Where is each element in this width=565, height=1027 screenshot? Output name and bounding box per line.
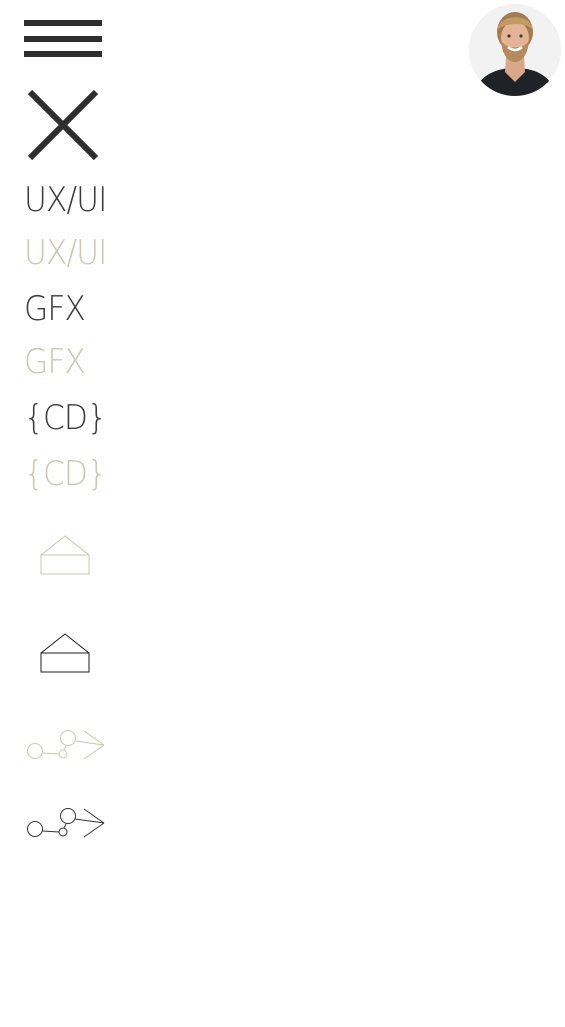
mail-envelope-icon[interactable] [40,535,90,577]
hamburger-icon[interactable] [24,20,102,58]
hamburger-bar [24,51,102,57]
menu-item-gfx-hover[interactable]: GFX [24,342,101,382]
menu-item-uxui[interactable]: UX/UI [24,180,107,220]
menu-item-uxui-hover[interactable]: UX/UI [24,233,107,273]
mail-envelope-icon[interactable] [40,633,90,675]
share-network-icon[interactable] [26,806,106,842]
close-icon[interactable] [26,88,100,162]
menu-item-cd[interactable]: {CD} [24,398,107,438]
share-network-icon[interactable] [26,728,106,764]
hamburger-bar [24,20,102,26]
menu-item-gfx[interactable]: GFX [24,289,101,329]
menu-item-cd-hover[interactable]: {CD} [24,454,107,494]
hamburger-bar [24,36,102,42]
avatar[interactable] [469,4,561,96]
